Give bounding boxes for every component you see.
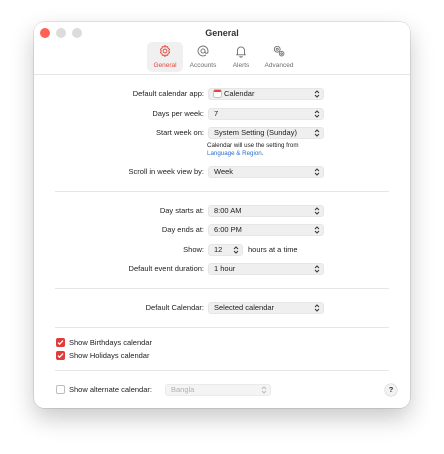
default-duration-popup[interactable]: 1 hour <box>208 263 324 275</box>
default-duration-value: 1 hour <box>214 264 236 273</box>
titlebar: General General Accounts Alerts Advanced <box>34 22 410 74</box>
checkmark-icon <box>57 353 64 359</box>
window-title: General <box>205 28 239 38</box>
default-app-popup[interactable]: Calendar <box>208 88 324 100</box>
checkmark-icon <box>57 340 64 346</box>
tab-general[interactable]: General <box>147 42 183 72</box>
day-ends-popup[interactable]: 6:00 PM <box>208 224 324 236</box>
section-divider <box>55 370 389 371</box>
show-alternate-checkbox[interactable] <box>56 385 65 394</box>
tab-alerts[interactable]: Alerts <box>223 42 259 72</box>
show-suffix: hours at a time <box>248 245 298 254</box>
alternate-calendar-popup[interactable]: Bangla <box>165 384 271 396</box>
start-week-label: Start week on: <box>156 128 204 137</box>
day-starts-value: 8:00 AM <box>214 206 242 215</box>
chevron-up-down-icon <box>314 304 320 312</box>
chevron-up-down-icon <box>314 265 320 273</box>
toolbar-divider <box>34 74 410 75</box>
start-week-value: System Setting (Sunday) <box>214 128 297 137</box>
show-birthdays-label: Show Birthdays calendar <box>69 338 152 347</box>
tab-general-label: General <box>153 62 177 69</box>
chevron-up-down-icon <box>233 246 239 254</box>
at-icon <box>197 45 209 57</box>
show-hours-popup[interactable]: 12 <box>208 244 243 256</box>
note-period: . <box>261 150 264 157</box>
calendar-app-icon <box>214 89 221 97</box>
days-per-week-label: Days per week: <box>152 109 204 118</box>
chevron-up-down-icon <box>261 386 267 394</box>
day-starts-label: Day starts at: <box>159 206 204 215</box>
tab-accounts[interactable]: Accounts <box>185 42 221 72</box>
chevron-up-down-icon <box>314 90 320 98</box>
toolbar: General Accounts Alerts Advanced <box>34 42 410 72</box>
show-holidays-checkbox[interactable] <box>56 351 65 360</box>
scroll-week-value: Week <box>214 167 234 176</box>
show-holidays-label: Show Holidays calendar <box>69 351 150 360</box>
default-calendar-popup[interactable]: Selected calendar <box>208 302 324 314</box>
chevron-up-down-icon <box>314 129 320 137</box>
scroll-week-label: Scroll in week view by: <box>128 167 204 176</box>
section-divider <box>55 191 389 192</box>
show-hours-value: 12 <box>214 245 223 254</box>
language-region-link[interactable]: Language & Region <box>207 150 262 157</box>
tab-advanced[interactable]: Advanced <box>261 42 297 72</box>
start-week-popup[interactable]: System Setting (Sunday) <box>208 127 324 139</box>
help-button[interactable]: ? <box>385 384 397 396</box>
scroll-week-popup[interactable]: Week <box>208 166 324 178</box>
tab-accounts-label: Accounts <box>189 62 217 69</box>
section-divider <box>55 288 389 289</box>
default-calendar-value: Selected calendar <box>214 303 275 312</box>
show-birthdays-checkbox[interactable] <box>56 338 65 347</box>
gears-icon <box>273 45 285 57</box>
day-ends-label: Day ends at: <box>161 225 204 234</box>
show-alternate-label: Show alternate calendar: <box>69 385 152 394</box>
section-divider <box>55 327 389 328</box>
default-calendar-label: Default Calendar: <box>145 303 204 312</box>
tab-advanced-label: Advanced <box>264 62 294 69</box>
start-week-note: Calendar will use the setting from Langu… <box>207 142 298 158</box>
day-ends-value: 6:00 PM <box>214 225 242 234</box>
alternate-calendar-value: Bangla <box>171 385 195 394</box>
chevron-up-down-icon <box>314 207 320 215</box>
default-app-label: Default calendar app: <box>132 89 204 98</box>
day-starts-popup[interactable]: 8:00 AM <box>208 205 324 217</box>
days-per-week-value: 7 <box>214 109 219 118</box>
days-per-week-popup[interactable]: 7 <box>208 108 324 120</box>
chevron-up-down-icon <box>314 226 320 234</box>
chevron-up-down-icon <box>314 110 320 118</box>
default-app-value: Calendar <box>224 89 255 98</box>
gear-icon <box>159 44 171 58</box>
tab-alerts-label: Alerts <box>232 62 250 69</box>
start-week-note-text: Calendar will use the setting from <box>207 142 299 149</box>
default-duration-label: Default event duration: <box>128 264 204 273</box>
settings-window: General General Accounts Alerts Advanced… <box>34 22 410 408</box>
bell-icon <box>236 46 246 58</box>
show-label: Show: <box>183 245 204 254</box>
chevron-up-down-icon <box>314 168 320 176</box>
